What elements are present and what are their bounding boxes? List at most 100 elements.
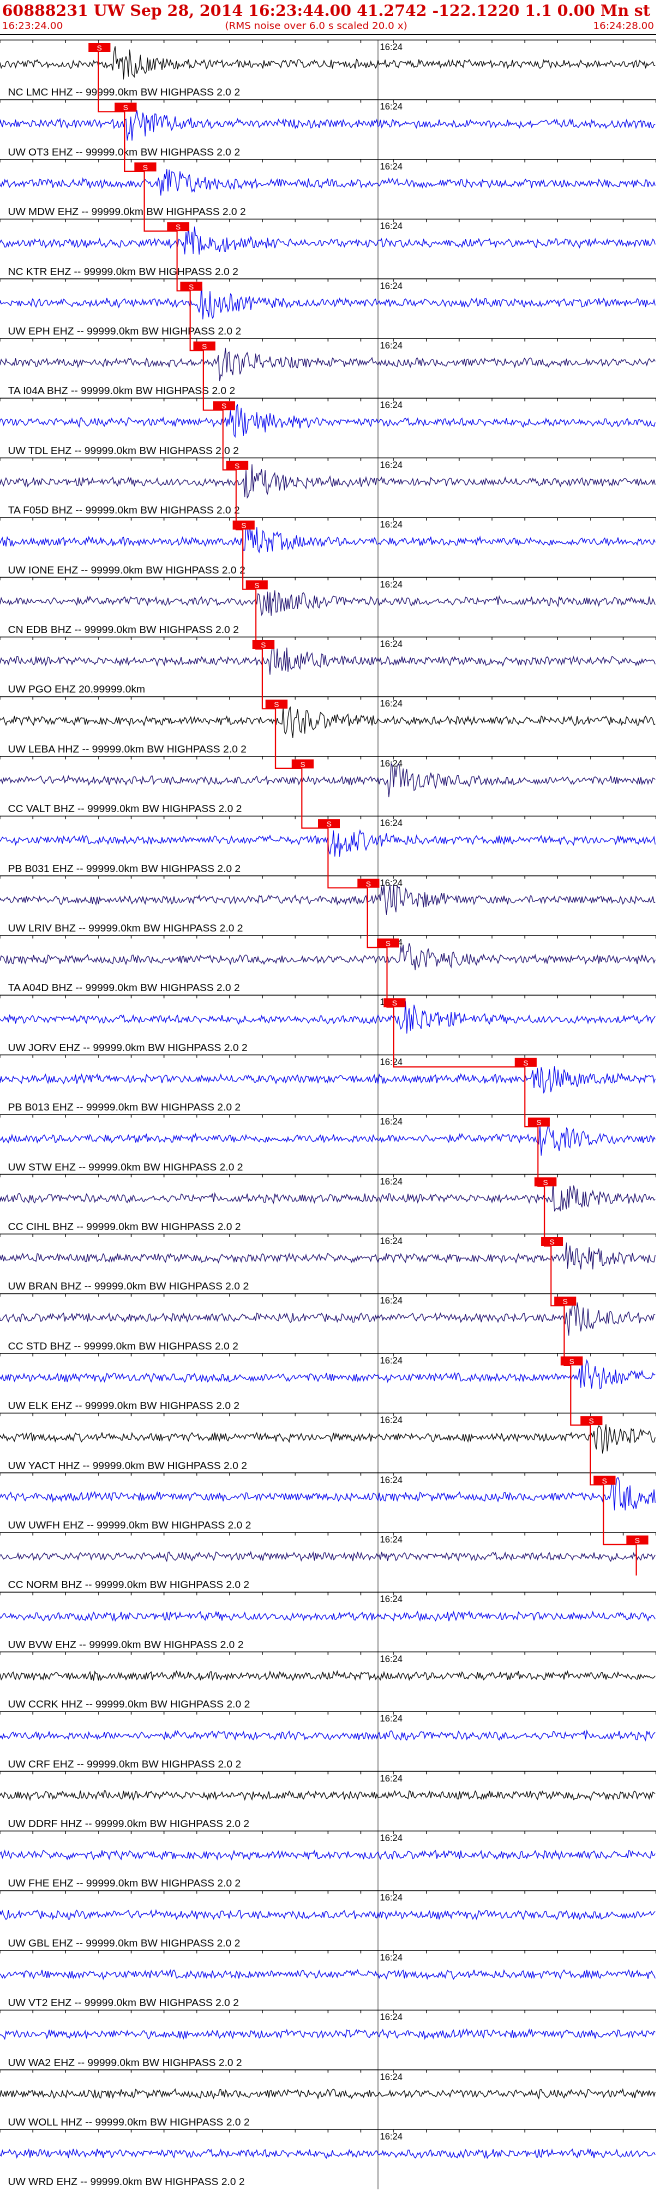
time-ticks [0, 637, 656, 640]
time-marker-label: 16:24 [380, 1833, 403, 1843]
trace-label: CC CIHL BHZ -- 99999.0km BW HIGHPASS 2.0… [8, 1221, 241, 1233]
trace-row: 16:24 UW UWFH EHZ -- 99999.0km BW HIGHPAS… [0, 1472, 656, 1533]
pick-label: S [176, 223, 181, 232]
waveform [0, 943, 656, 971]
trace-row: 16:24 UW DDRF HHZ -- 99999.0km BW HIGHPAS… [0, 1770, 656, 1831]
time-ticks [0, 696, 656, 700]
time-marker-label: 16:24 [380, 1117, 403, 1127]
rms-note: (RMS noise over 6.0 s scaled 20.0 x) [225, 21, 408, 32]
time-marker-label: 16:24 [380, 878, 403, 888]
waveform [0, 521, 656, 554]
trace-label: PB B031 EHZ -- 99999.0km BW HIGHPASS 2.0… [8, 863, 241, 875]
pick-marker: S [560, 1356, 583, 1366]
time-marker-label: 16:24 [380, 1773, 403, 1783]
time-ticks [0, 1413, 656, 1417]
pick-marker: S [232, 520, 255, 530]
pick-marker: S [626, 1535, 649, 1545]
waveform [0, 1968, 656, 1981]
waveform [0, 1550, 656, 1563]
time-marker-label: 16:24 [380, 699, 403, 709]
time-ticks [0, 1651, 656, 1655]
start-time: 16:23:24.00 [2, 21, 63, 32]
pick-label: S [635, 1536, 640, 1545]
time-marker-label: 16:24 [380, 1236, 403, 1246]
time-ticks [0, 457, 656, 461]
pick-label: S [202, 342, 207, 351]
trace-row: 16:24 UW CRF EHZ -- 99999.0km BW HIGHPASS… [0, 1711, 656, 1772]
trace-row: 16:24 UW IONE EHZ -- 99999.0km BW HIGHPAS… [0, 517, 656, 578]
time-marker-label: 16:24 [380, 1296, 403, 1306]
pick-label: S [569, 1357, 574, 1366]
trace-label: UW GBL EHZ -- 99999.0km BW HIGHPASS 2.0 … [8, 1937, 240, 1949]
waveform [0, 590, 656, 617]
trace-label: TA F05D BHZ -- 99999.0km BW HIGHPASS 2.0… [8, 505, 240, 517]
trace-label: UW CCRK HHZ -- 99999.0km BW HIGHPASS 2.0… [8, 1699, 250, 1711]
time-marker-label: 16:24 [380, 639, 403, 649]
trace-row: 16:24 NC KTR EHZ -- 99999.0km BW HIGHPASS… [0, 218, 656, 279]
pick-label: S [123, 103, 128, 112]
time-ticks [0, 338, 656, 342]
time-marker-label: 16:24 [380, 579, 403, 589]
pick-marker: S [554, 1296, 577, 1306]
pick-label: S [392, 999, 397, 1008]
trace-row: 16:24TA A04D BHZ -- 99999.0km BW HIGHPAS… [0, 935, 656, 996]
pick-label: S [241, 521, 246, 530]
waveform [0, 2148, 656, 2160]
trace-label: CC NORM BHZ -- 99999.0km BW HIGHPASS 2.0… [8, 1579, 250, 1591]
time-ticks [0, 278, 656, 282]
trace-label: CC VALT BHZ -- 99999.0km BW HIGHPASS 2.0… [8, 803, 242, 815]
waveform [0, 762, 656, 798]
time-ticks [0, 1771, 656, 1775]
waveform [0, 1476, 656, 1511]
trace-label: UW ELK EHZ -- 99999.0km BW HIGHPASS 2.0 … [8, 1400, 240, 1412]
trace-label: NC LMC HHZ -- 99999.0km BW HIGHPASS 2.0 … [8, 87, 240, 99]
waveform [0, 1424, 656, 1454]
time-ticks [0, 1592, 656, 1596]
event-title: 60888231 UW Sep 28, 2014 16:23:44.00 41.… [2, 1, 656, 20]
trace-row: 16:24 PB B013 EHZ -- 99999.0km BW HIGHPAS… [0, 1054, 656, 1115]
pick-label: S [366, 879, 371, 888]
trace-label: PB B013 EHZ -- 99999.0km BW HIGHPASS 2.0… [8, 1102, 241, 1114]
trace-row: 16:24 UW STW EHZ -- 99999.0km BW HIGHPASS… [0, 1114, 656, 1175]
pick-marker: S [134, 162, 157, 172]
waveform [0, 1669, 656, 1682]
time-ticks [0, 935, 656, 939]
pick-label: S [536, 1118, 541, 1127]
trace-row: 16:24 UW BVW EHZ -- 99999.0km BW HIGHPASS… [0, 1591, 656, 1652]
time-ticks [0, 2129, 656, 2133]
pick-label: S [326, 820, 331, 829]
trace-row: 16:24 TA I04A BHZ -- 99999.0km BW HIGHPAS… [0, 338, 656, 399]
time-marker-label: 16:24 [380, 1057, 403, 1067]
pick-label: S [222, 402, 227, 411]
time-marker-label: 16:24 [380, 1594, 403, 1604]
pick-label: S [602, 1476, 607, 1485]
time-ticks [0, 2069, 656, 2073]
trace-label: UW EPH EHZ -- 99999.0km BW HIGHPASS 2.0 … [8, 326, 241, 338]
pick-label: S [189, 282, 194, 291]
time-marker-label: 16:24 [380, 2072, 403, 2082]
time-marker-label: 16:24 [380, 1952, 403, 1962]
time-ticks [0, 577, 656, 581]
pick-marker: S [252, 640, 275, 650]
trace-label: CC STD BHZ -- 99999.0km BW HIGHPASS 2.0 … [8, 1340, 238, 1352]
time-marker-label: 16:24 [380, 1654, 403, 1664]
waveform [0, 644, 656, 675]
time-ticks [0, 517, 656, 521]
waveform [0, 110, 656, 141]
waveform [0, 404, 656, 439]
time-marker-label: 16:24 [380, 102, 403, 112]
trace-label: UW CRF EHZ -- 99999.0km BW HIGHPASS 2.0 … [8, 1758, 241, 1770]
time-ticks [0, 1234, 656, 1237]
pick-label: S [261, 641, 266, 650]
trace-row: 16:24 CC CIHL BHZ -- 99999.0km BW HIGHPAS… [0, 1173, 656, 1234]
pick-label: S [386, 939, 391, 948]
trace-row: 16:24 UW CCRK HHZ -- 99999.0km BW HIGHPAS… [0, 1651, 656, 1712]
trace-label: TA I04A BHZ -- 99999.0km BW HIGHPASS 2.0… [8, 385, 235, 397]
trace-label: UW VT2 EHZ -- 99999.0km BW HIGHPASS 2.0 … [8, 1997, 239, 2009]
trace-label: UW PGO EHZ 20.99999.0km [8, 684, 145, 696]
trace-row: 16:24 UW MDW EHZ -- 99999.0km BW HIGHPASS… [0, 159, 656, 220]
waveform [0, 1610, 656, 1622]
waveform [0, 284, 656, 320]
time-ticks [0, 1174, 656, 1178]
trace-row: 16:24 UW YACT HHZ -- 99999.0km BW HIGHPAS… [0, 1412, 656, 1473]
